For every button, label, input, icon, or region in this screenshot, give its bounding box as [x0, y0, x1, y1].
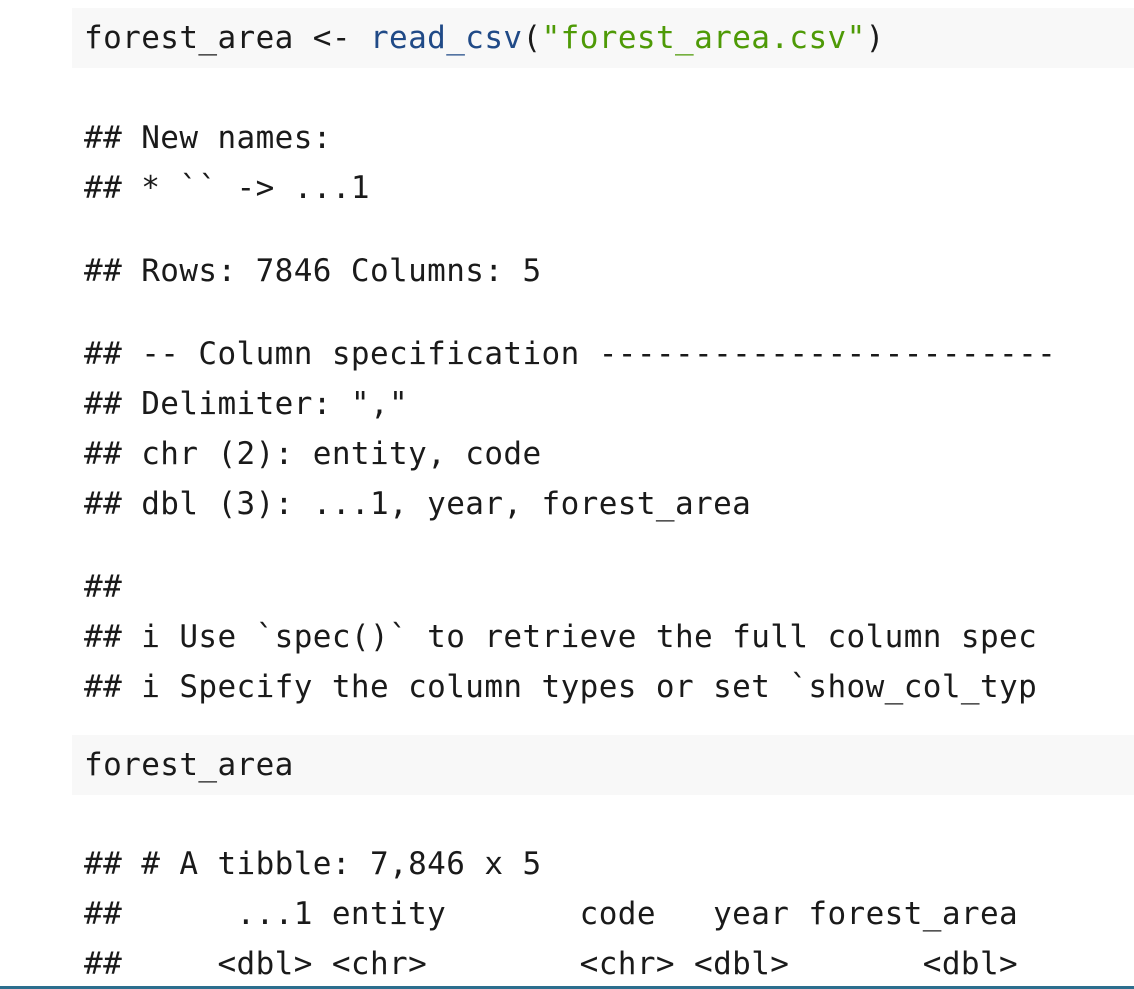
output-line-column-spec-header: ## -- Column specification -------------…: [84, 336, 1057, 372]
output-line-new-names: ## New names:: [84, 120, 332, 156]
output-line-col-types-hint: ## i Specify the column types or set `sh…: [84, 669, 1038, 705]
output-line-blank-comment: ##: [84, 569, 123, 605]
output-line-rename: ## * `` -> ...1: [84, 170, 370, 206]
output-line-tibble-header: ## # A tibble: 7,846 x 5: [84, 846, 542, 882]
output-line-column-types: ## <dbl> <chr> <chr> <dbl> <dbl>: [84, 946, 1019, 982]
code-close-paren: ): [865, 20, 885, 56]
code-chunk-read-csv: forest_area <- read_csv("forest_area.csv…: [72, 8, 1134, 68]
output-line-rows-columns: ## Rows: 7846 Columns: 5: [84, 253, 542, 289]
code-assign-operator: <-: [293, 20, 370, 56]
code-chunk-print: forest_area: [72, 735, 1134, 795]
code-line-read-csv: forest_area <- read_csv("forest_area.csv…: [84, 8, 885, 68]
output-line-dbl-columns: ## dbl (3): ...1, year, forest_area: [84, 486, 752, 522]
code-function-name: read_csv: [369, 20, 523, 56]
code-string-arg: "forest_area.csv": [541, 20, 866, 56]
output-line-delimiter: ## Delimiter: ",": [84, 386, 409, 422]
output-line-chr-columns: ## chr (2): entity, code: [84, 436, 542, 472]
code-line-print: forest_area: [84, 747, 294, 783]
output-line-column-names: ## ...1 entity code year forest_area: [84, 896, 1019, 932]
code-open-paren: (: [522, 20, 542, 56]
code-variable: forest_area: [84, 20, 294, 56]
output-line-spec-hint: ## i Use `spec()` to retrieve the full c…: [84, 619, 1038, 655]
